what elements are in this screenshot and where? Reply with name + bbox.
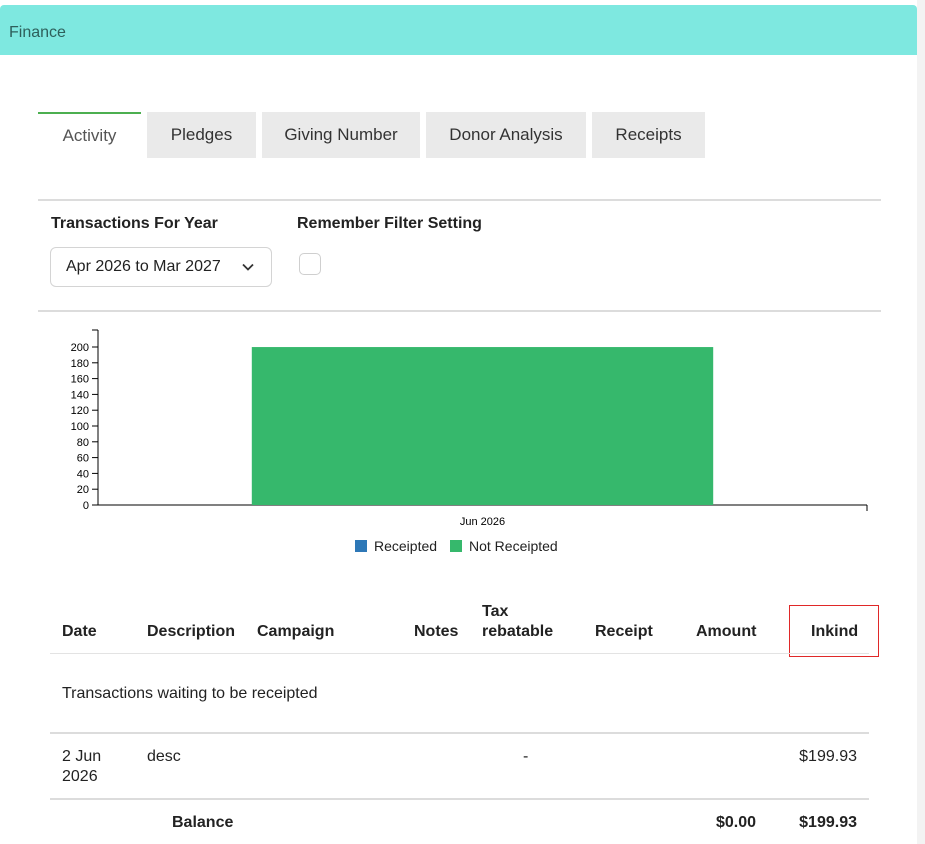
- tab-donor-analysis[interactable]: Donor Analysis: [426, 112, 586, 158]
- col-header-notes[interactable]: Notes: [414, 622, 458, 642]
- y-tick-label: 60: [77, 453, 89, 465]
- tab-giving-number[interactable]: Giving Number: [262, 112, 420, 158]
- row-tax-rebatable: -: [523, 748, 529, 765]
- group-label: Transactions waiting to be receipted: [62, 685, 318, 702]
- x-tick-label: Jun 2026: [460, 516, 505, 528]
- y-tick-label: 20: [77, 484, 89, 496]
- tab-activity[interactable]: Activity: [38, 112, 141, 158]
- legend-item-receipted: Receipted: [355, 538, 437, 554]
- year-filter-label: Transactions For Year: [51, 215, 218, 232]
- legend-swatch-not-receipted: [450, 540, 462, 552]
- page-edge: [917, 0, 925, 844]
- col-header-receipt[interactable]: Receipt: [595, 622, 653, 642]
- remember-filter-checkbox[interactable]: [299, 253, 321, 275]
- col-header-tax-line2[interactable]: rebatable: [482, 622, 553, 642]
- remember-filter-label: Remember Filter Setting: [297, 215, 482, 232]
- legend-label-receipted: Receipted: [374, 538, 438, 554]
- divider-top: [38, 199, 881, 201]
- group-divider: [50, 732, 869, 734]
- balance-inkind: $199.93: [799, 814, 857, 831]
- y-tick-label: 120: [71, 405, 89, 417]
- year-select[interactable]: Apr 2026 to Mar 2027: [50, 247, 272, 287]
- col-header-date[interactable]: Date: [62, 622, 97, 642]
- col-header-campaign[interactable]: Campaign: [257, 622, 334, 642]
- bar-not-receipted: [251, 347, 714, 505]
- panel-header: Finance: [0, 5, 917, 55]
- y-tick-label: 200: [71, 342, 89, 354]
- header-divider: [50, 653, 869, 654]
- row-divider: [50, 798, 869, 800]
- row-description: desc: [147, 748, 181, 765]
- panel-title: Finance: [9, 24, 66, 41]
- y-tick-label: 140: [71, 389, 89, 401]
- y-tick-label: 100: [71, 421, 89, 433]
- row-inkind: $199.93: [799, 748, 857, 765]
- year-select-value: Apr 2026 to Mar 2027: [66, 258, 221, 275]
- y-tick-label: 180: [71, 358, 89, 370]
- chevron-down-icon: [242, 263, 254, 271]
- row-date-line1: 2 Jun: [62, 748, 102, 765]
- tab-pledges[interactable]: Pledges: [147, 112, 256, 158]
- legend-label-not-receipted: Not Receipted: [469, 538, 558, 554]
- tab-receipts[interactable]: Receipts: [592, 112, 705, 158]
- col-header-amount[interactable]: Amount: [696, 622, 756, 642]
- balance-amount: $0.00: [715, 814, 756, 831]
- y-tick-label: 40: [77, 468, 89, 480]
- y-tick-label: 0: [83, 500, 89, 512]
- y-tick-label: 160: [71, 374, 89, 386]
- row-date-line2: 2026: [62, 768, 98, 785]
- divider-chart: [38, 310, 881, 312]
- legend-swatch-receipted: [355, 540, 367, 552]
- col-header-description[interactable]: Description: [147, 622, 235, 642]
- y-tick-label: 80: [77, 437, 89, 449]
- inkind-highlight-box: [789, 605, 879, 657]
- legend-item-not-receipted: Not Receipted: [450, 538, 558, 554]
- col-header-tax-line1[interactable]: Tax: [482, 602, 508, 622]
- balance-label: Balance: [172, 814, 234, 831]
- activity-chart: 0 20 40 60 80 100 120 140 160 180 200 Jun 2026: [71, 329, 868, 528]
